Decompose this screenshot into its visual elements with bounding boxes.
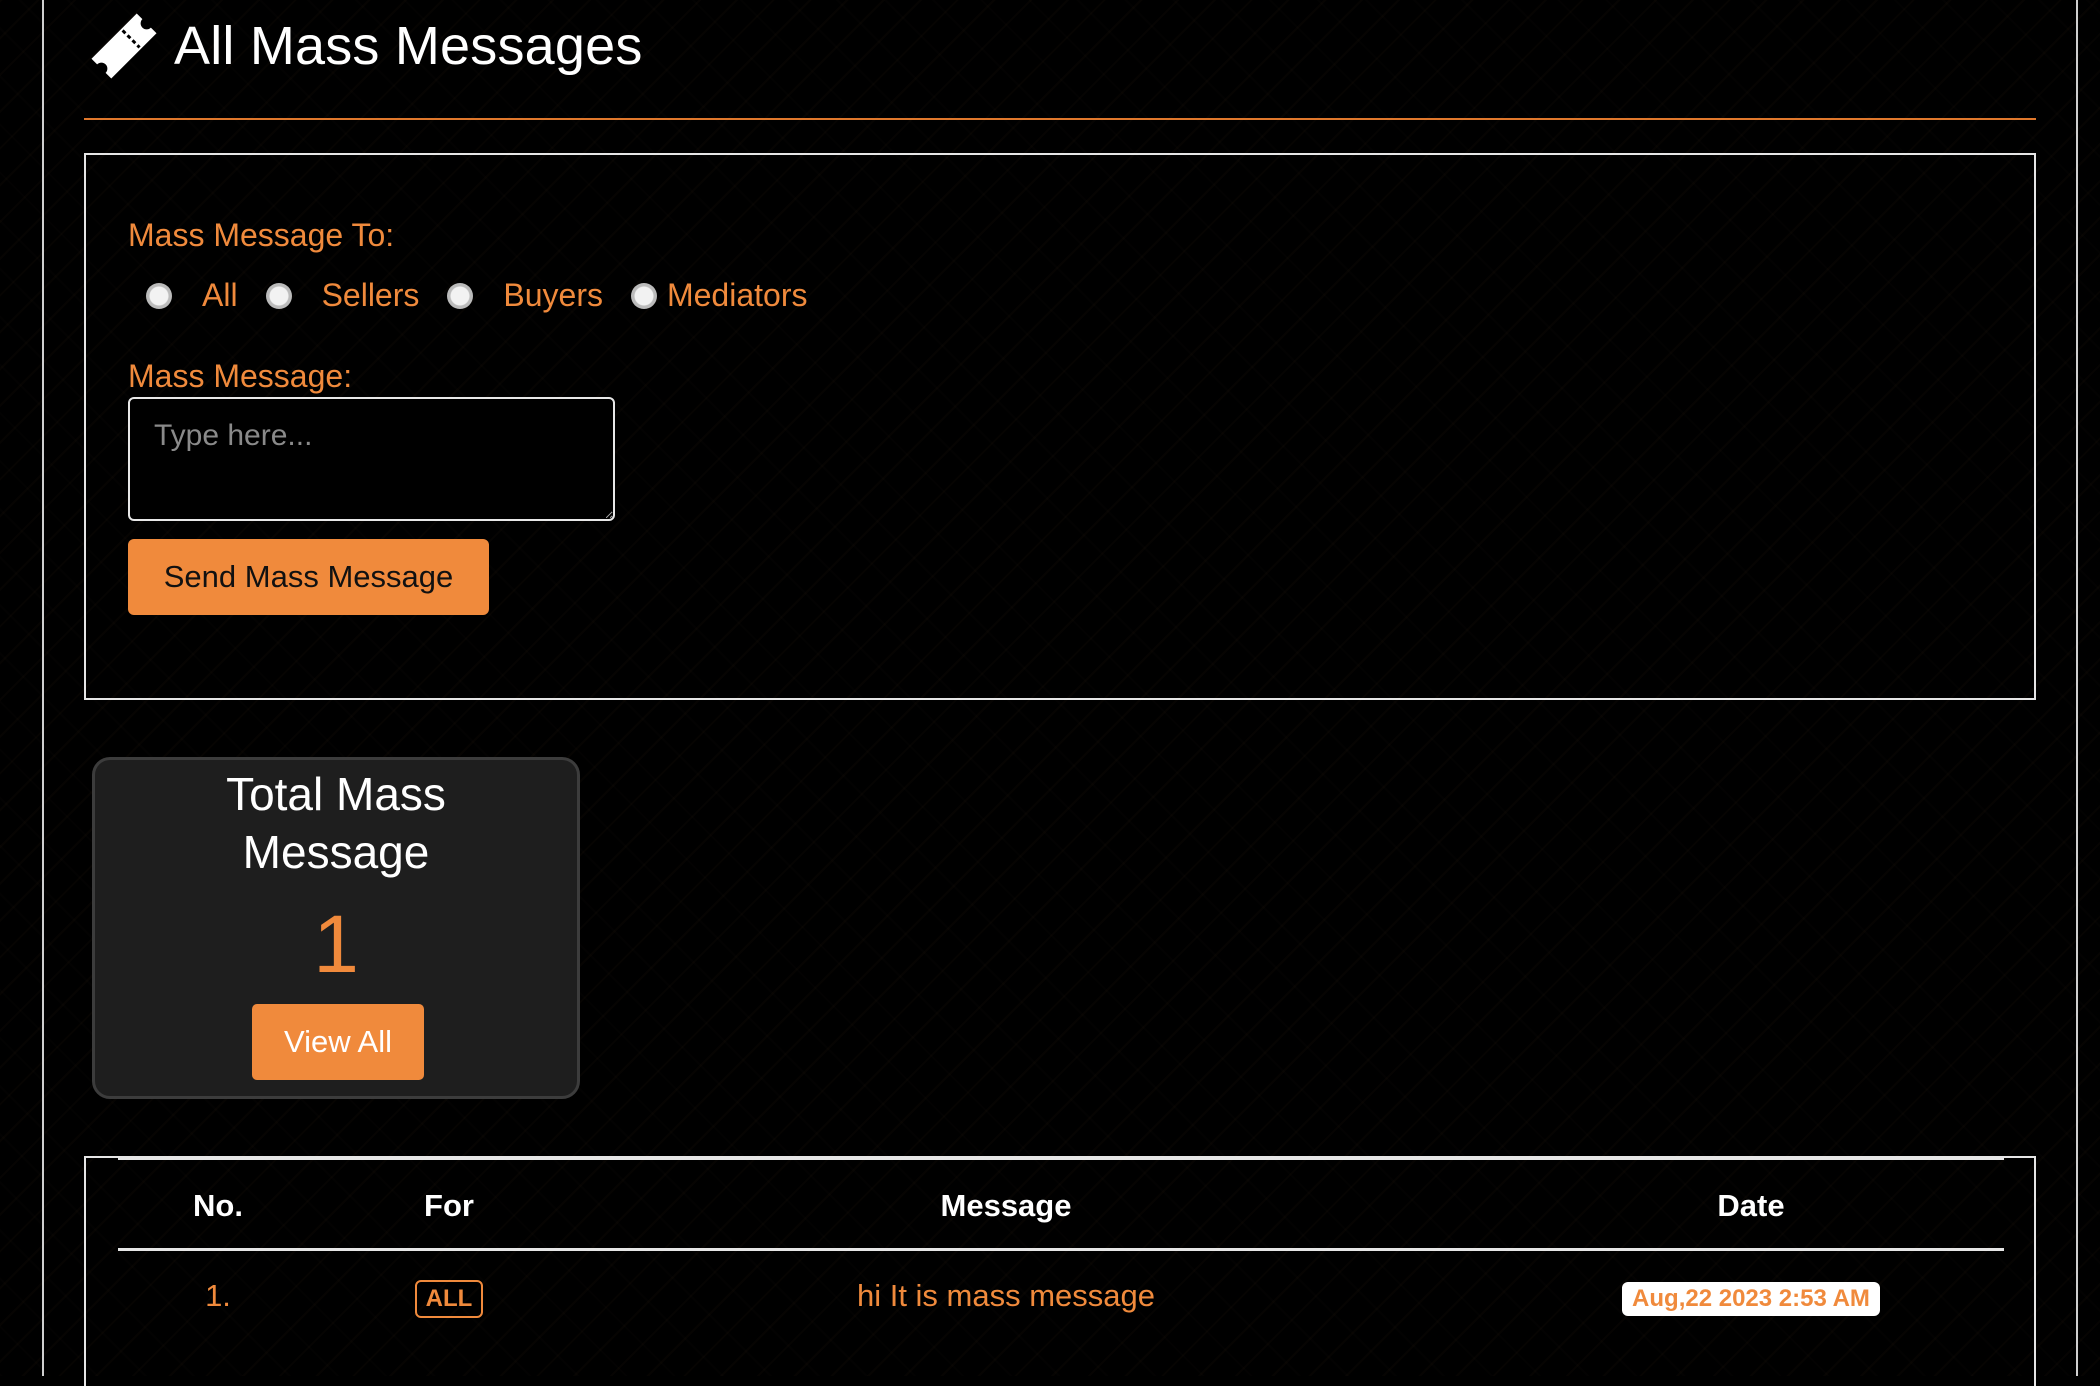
table-cell-for: ALL <box>384 1278 514 1318</box>
radio-label-buyers: Buyers <box>503 277 603 313</box>
radio-option-buyers[interactable]: Buyers <box>447 277 603 314</box>
page-header: All Mass Messages <box>82 4 643 88</box>
date-badge: Aug,22 2023 2:53 AM <box>1622 1282 1880 1316</box>
radio-button-sellers[interactable] <box>265 282 292 309</box>
audience-badge: ALL <box>414 1280 484 1318</box>
ticket-icon <box>91 13 157 79</box>
table-top-border <box>118 1158 2004 1160</box>
radio-label-all: All <box>202 277 238 313</box>
mass-message-form: Mass Message To: All Sellers Buyers Medi… <box>84 153 2036 700</box>
recipient-label: Mass Message To: <box>128 217 395 253</box>
table-cell-date: Aug,22 2023 2:53 AM <box>1466 1278 2036 1316</box>
radio-button-mediators[interactable] <box>630 282 657 309</box>
stat-title: Total Mass Message <box>226 768 446 878</box>
radio-label-sellers: Sellers <box>321 277 420 313</box>
stat-value: 1 <box>313 899 359 990</box>
message-label: Mass Message: <box>128 358 353 394</box>
column-header-message: Message <box>940 1188 1072 1223</box>
radio-option-sellers[interactable]: Sellers <box>265 277 420 314</box>
page-background: All Mass Messages Mass Message To: All S… <box>0 0 2100 1386</box>
message-textarea[interactable] <box>128 397 615 521</box>
total-mass-message-card: Total Mass Message 1 View All <box>92 757 580 1099</box>
frame-border-left <box>42 0 44 1376</box>
view-all-button[interactable]: View All <box>252 1004 424 1080</box>
radio-button-all[interactable] <box>146 282 172 309</box>
table-cell-no: 1. <box>205 1278 231 1313</box>
column-header-date: Date <box>1717 1188 1785 1223</box>
recipient-radio-group: All Sellers Buyers Mediators <box>146 277 835 314</box>
page-title: All Mass Messages <box>174 16 643 76</box>
radio-label-mediators: Mediators <box>666 277 808 313</box>
table-header-divider <box>118 1248 2004 1251</box>
radio-option-all[interactable]: All <box>146 277 238 314</box>
frame-border-right <box>2076 0 2078 1376</box>
send-mass-message-button[interactable]: Send Mass Message <box>128 539 489 615</box>
radio-option-mediators[interactable]: Mediators <box>630 277 808 314</box>
radio-button-buyers[interactable] <box>447 282 474 309</box>
header-divider <box>84 118 2036 120</box>
column-header-for: For <box>424 1188 474 1223</box>
messages-table: No. For Message Date 1. ALL hi It is mas… <box>84 1156 2036 1386</box>
table-cell-message: hi It is mass message <box>856 1278 1156 1313</box>
column-header-no: No. <box>193 1188 243 1223</box>
